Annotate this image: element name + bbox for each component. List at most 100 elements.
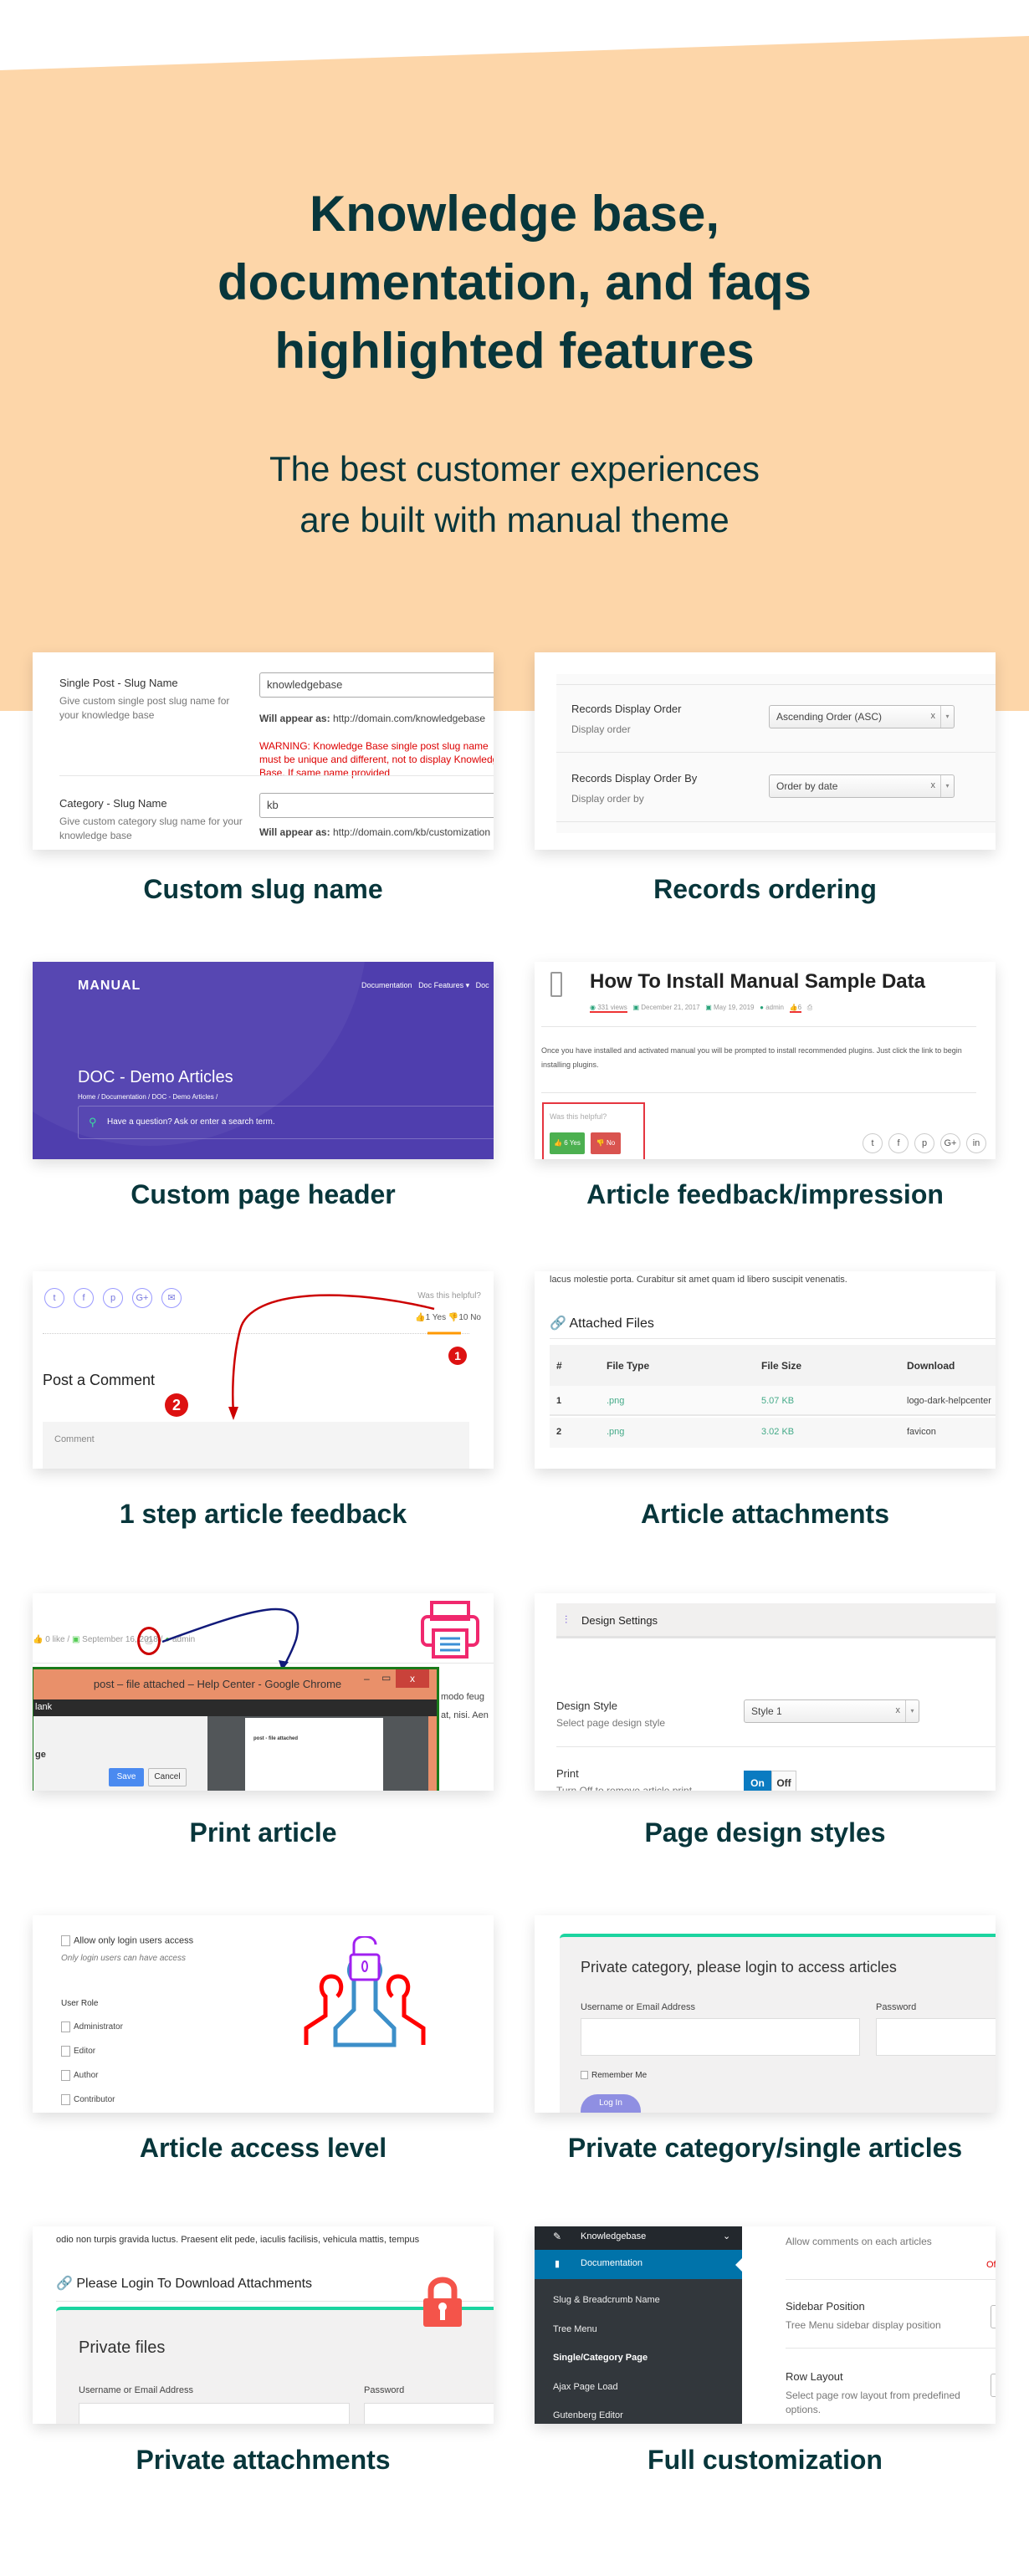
remember-label: Remember Me <box>591 2071 648 2080</box>
chevron-down-icon: ⌄ <box>723 2231 731 2241</box>
allow-login-checkbox[interactable] <box>61 1935 70 1946</box>
download-link[interactable]: favicon <box>907 1427 936 1437</box>
chevron-down-icon[interactable]: ▾ <box>940 706 954 728</box>
nav-doc-features[interactable]: Doc Features ▾ <box>418 981 469 989</box>
orderby-select[interactable]: Order by date x ▾ <box>769 774 955 798</box>
password-input[interactable] <box>876 2018 996 2056</box>
printer-icon <box>420 1600 481 1659</box>
calendar-updated-icon: ▣ <box>705 1004 712 1011</box>
chevron-down-icon[interactable]: ▾ <box>905 1700 919 1722</box>
chevron-down-icon[interactable]: ▾ <box>940 775 954 797</box>
order-select[interactable]: Ascending Order (ASC) x ▾ <box>769 705 955 728</box>
article-meta: ◉ 331 views ▣ December 21, 2017 ▣ May 19… <box>590 1004 812 1013</box>
role-checkbox[interactable] <box>61 2094 70 2105</box>
facebook-icon[interactable]: f <box>888 1133 909 1153</box>
menu-knowledgebase[interactable]: ✎ Knowledgebase ⌄ <box>535 2226 742 2250</box>
cancel-button[interactable]: Cancel <box>148 1768 187 1786</box>
print-label: Print <box>556 1767 579 1780</box>
feature-caption: Private attachments <box>136 2445 391 2475</box>
nav-doc[interactable]: Doc <box>476 981 489 989</box>
post-comment-heading: Post a Comment <box>43 1372 156 1388</box>
minimize-icon[interactable]: – <box>364 1673 370 1684</box>
username-input[interactable] <box>79 2403 350 2424</box>
no-button[interactable]: 👎 No <box>591 1132 621 1154</box>
sidebar-position-label: Sidebar Position <box>786 2300 865 2313</box>
role-checkbox[interactable] <box>61 2046 70 2057</box>
yes-button[interactable]: 👍 6 Yes <box>550 1132 585 1154</box>
feature-card-feedback: How To Install Manual Sample Data ◉ 331 … <box>535 962 996 1159</box>
no-label: No <box>606 1139 616 1147</box>
password-label: Password <box>876 2002 917 2012</box>
username-input[interactable] <box>581 2018 860 2056</box>
orderby-value: Order by date <box>776 780 838 792</box>
print-on-toggle[interactable]: On <box>744 1771 771 1791</box>
cat-slug-label: Category - Slug Name <box>59 797 167 810</box>
column-header: Download <box>907 1360 955 1372</box>
role-label: Author <box>74 2071 99 2081</box>
style-select[interactable]: Style 1 x ▾ <box>744 1699 919 1723</box>
google-plus-icon[interactable]: G+ <box>940 1133 960 1153</box>
feature-card-access: Allow only login users access Only login… <box>33 1915 494 2113</box>
single-slug-input[interactable]: knowledgebase <box>259 672 494 698</box>
role-checkbox[interactable] <box>61 2070 70 2081</box>
feature-caption: Records ordering <box>653 874 877 904</box>
close-button[interactable]: x <box>396 1669 429 1688</box>
submenu-item[interactable]: Tree Menu <box>553 2324 597 2334</box>
role-checkbox[interactable] <box>61 2021 70 2032</box>
option-label: ge <box>35 1750 46 1760</box>
divider <box>541 1092 976 1093</box>
nav-documentation[interactable]: Documentation <box>361 981 412 989</box>
allow-login-label: Allow only login users access <box>74 1935 194 1946</box>
save-button[interactable]: Save <box>109 1768 144 1786</box>
feature-caption: Page design styles <box>644 1817 886 1848</box>
cell: .png <box>607 1427 625 1437</box>
sidebar-position-select[interactable] <box>991 2305 996 2328</box>
remember-checkbox[interactable] <box>581 2071 588 2080</box>
single-appear-url: http://domain.com/knowledgebase <box>332 713 486 724</box>
lock-icon <box>423 2277 462 2327</box>
appear-label: Will appear as: <box>259 826 330 838</box>
role-label: Editor <box>74 2047 96 2057</box>
article-title: How To Install Manual Sample Data <box>590 970 925 993</box>
page-subtitle: The best customer experiences are built w… <box>0 443 1029 545</box>
pinterest-icon[interactable]: p <box>914 1133 934 1153</box>
feature-caption: Print article <box>189 1817 337 1848</box>
submenu-item-current[interactable]: Single/Category Page <box>553 2353 648 2363</box>
logo[interactable]: MANUAL <box>78 979 141 994</box>
print-off-toggle[interactable]: Off <box>771 1771 796 1791</box>
cat-slug-desc: Give custom category slug name for your … <box>59 815 243 841</box>
clear-icon[interactable]: x <box>931 780 936 790</box>
linkedin-icon[interactable]: in <box>966 1133 986 1153</box>
clear-icon[interactable]: x <box>896 1705 901 1715</box>
feature-card-one-step: t f p G+ ✉ Was this helpful? 👍1 Yes 👎10 … <box>33 1271 494 1469</box>
submenu-item[interactable]: Gutenberg Editor <box>553 2410 623 2420</box>
cat-slug-input[interactable]: kb <box>259 793 494 818</box>
submenu-item[interactable]: Ajax Page Load <box>553 2382 618 2392</box>
row-layout-select[interactable] <box>991 2374 996 2397</box>
allow-login-desc: Only login users can have access <box>61 1954 186 1963</box>
feature-card-ordering: Records Display Order Display order Asce… <box>535 652 996 850</box>
document-icon <box>550 972 562 997</box>
comment-textarea[interactable]: Comment <box>43 1422 469 1469</box>
download-link[interactable]: logo-dark-helpcenter <box>907 1396 991 1406</box>
password-input[interactable] <box>364 2403 494 2424</box>
author[interactable]: admin <box>765 1004 784 1011</box>
updated-date: May 19, 2019 <box>713 1004 755 1011</box>
helpful-prompt: Was this helpful? <box>550 1112 607 1121</box>
username-label: Username or Email Address <box>581 2002 695 2012</box>
cell: 5.07 KB <box>761 1396 795 1406</box>
menu-documentation[interactable]: ▮ Documentation <box>535 2250 742 2279</box>
print-icon[interactable]: ⎙ <box>807 1004 812 1011</box>
clear-icon[interactable]: x <box>931 711 936 721</box>
maximize-icon[interactable]: ▭ <box>381 1672 391 1684</box>
login-button[interactable]: Log In <box>581 2094 641 2113</box>
submenu-item[interactable]: Slug & Breadcrumb Name <box>553 2295 660 2305</box>
step-badge: 2 <box>165 1393 188 1417</box>
comments-desc: Allow comments on each articles <box>786 2236 932 2247</box>
twitter-icon[interactable]: t <box>863 1133 883 1153</box>
user-icon: ● <box>760 1004 764 1011</box>
search-input[interactable]: ⚲ Have a question? Ask or enter a search… <box>78 1106 494 1139</box>
breadcrumb[interactable]: Home / Documentation / DOC - Demo Articl… <box>78 1093 218 1101</box>
divider <box>556 752 996 753</box>
title-line: highlighted features <box>274 323 755 379</box>
